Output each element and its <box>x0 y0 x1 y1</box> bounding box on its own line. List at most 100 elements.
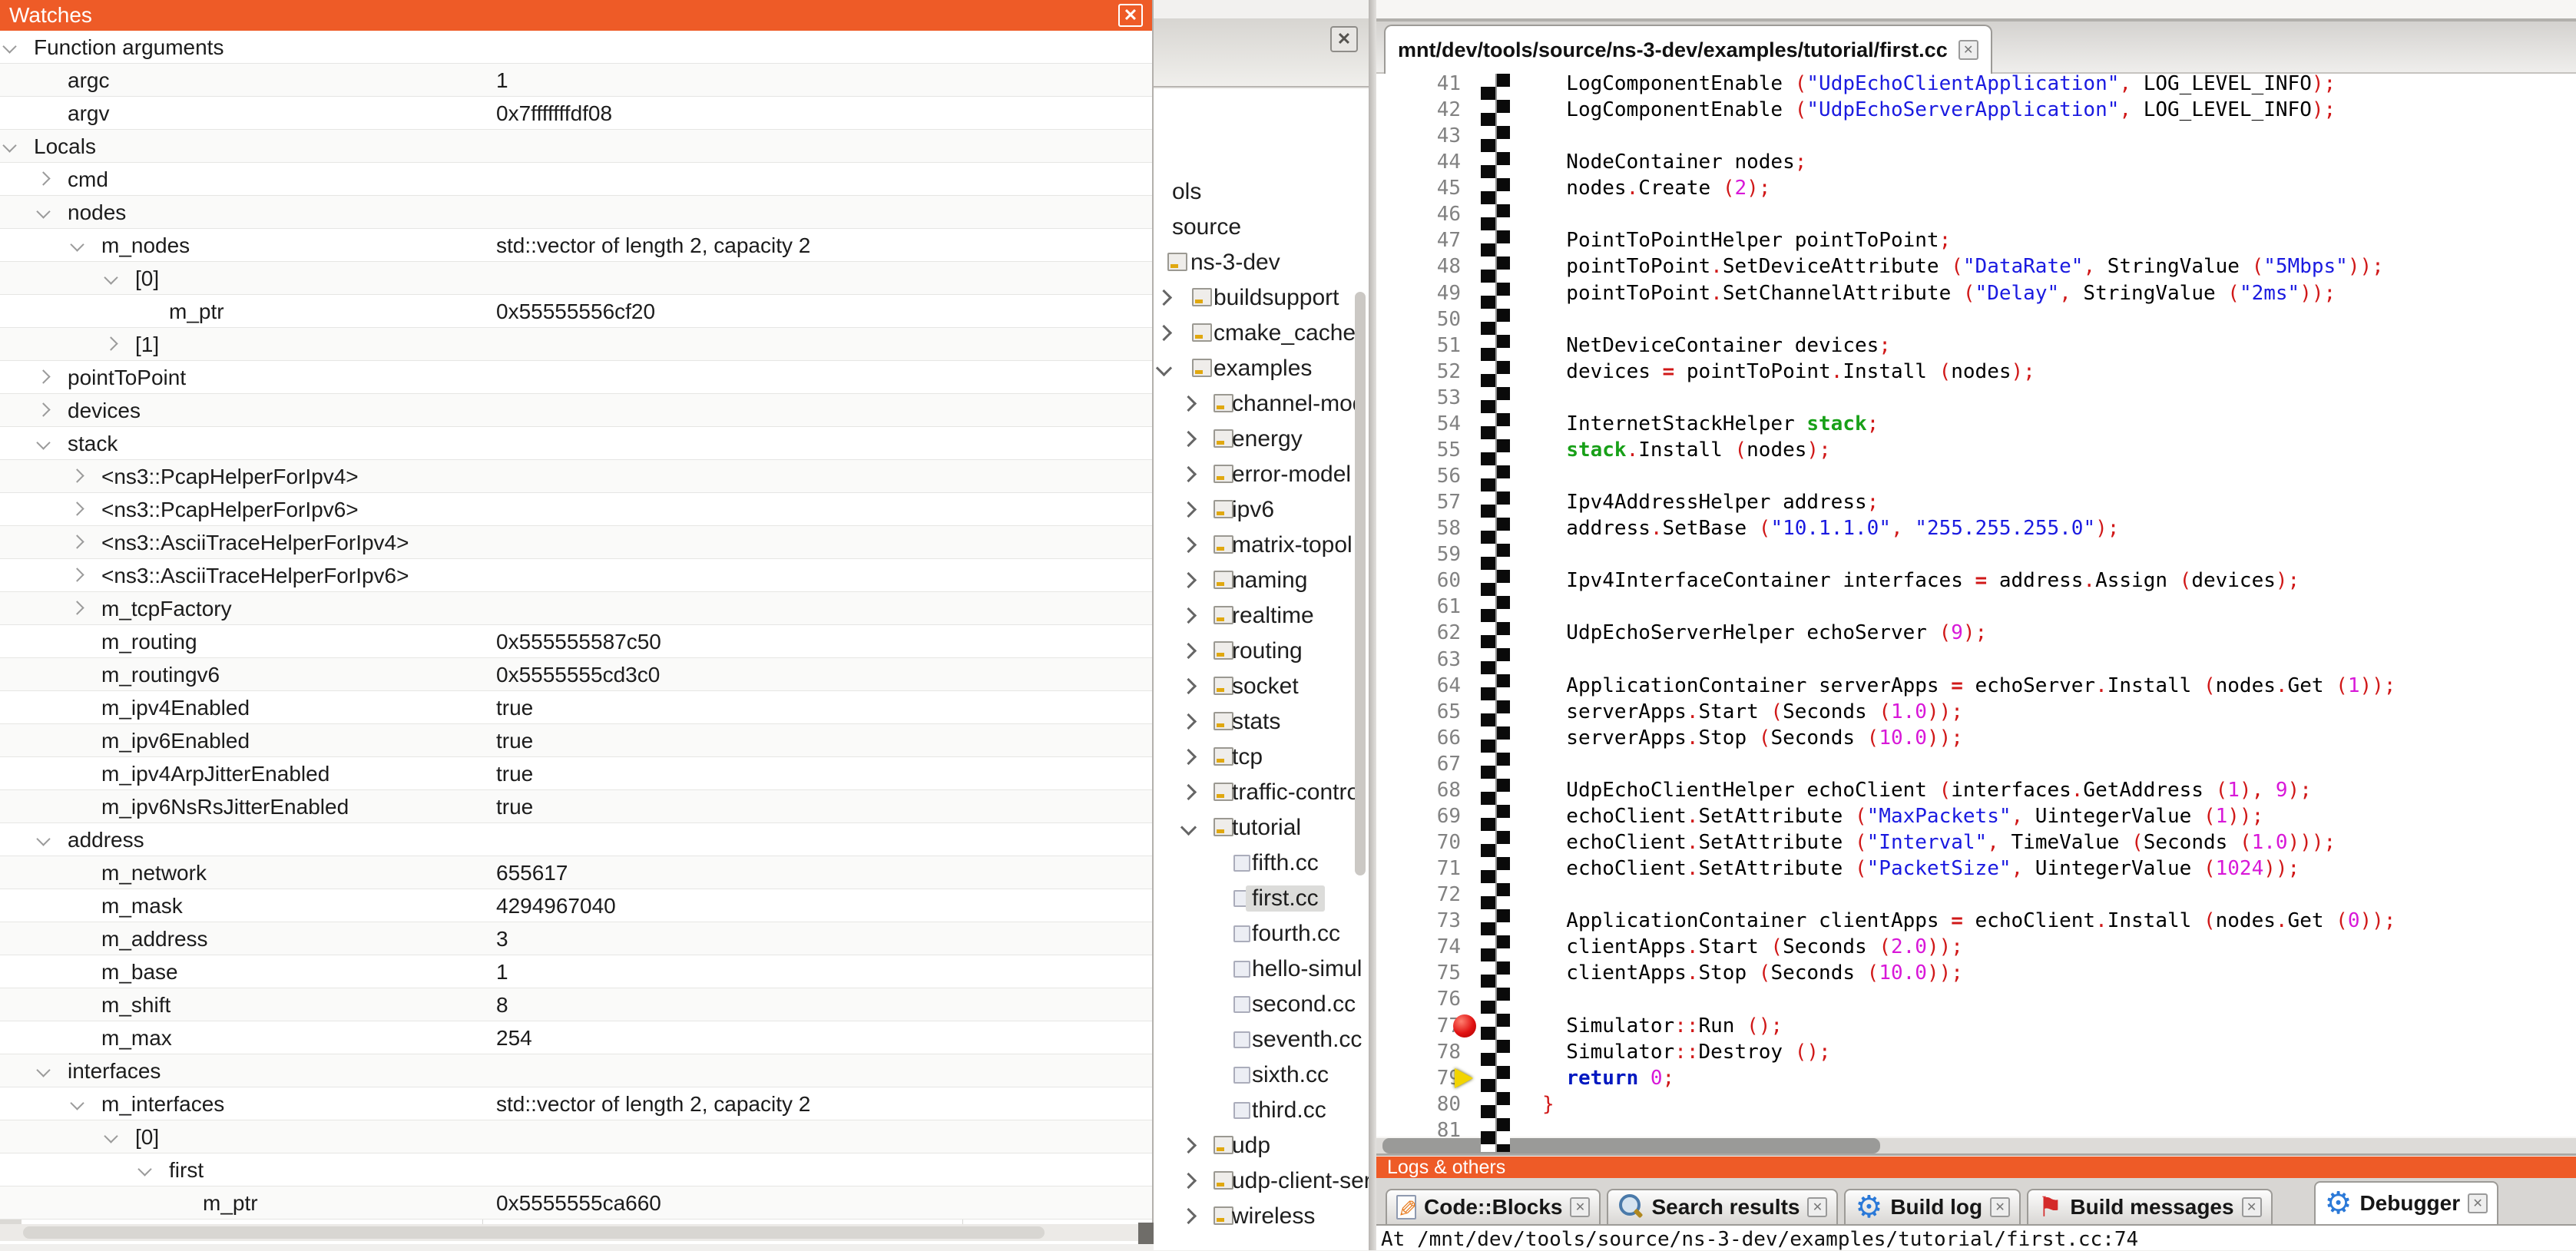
line-number[interactable]: 56 <box>1376 463 1461 489</box>
editor-fold-margin[interactable] <box>1481 74 1510 1152</box>
logs-tab-search-results[interactable]: Search results✕ <box>1607 1189 1838 1224</box>
code-editor[interactable]: 41 LogComponentEnable ("UdpEchoClientApp… <box>1376 74 2576 1137</box>
watch-row[interactable]: Function arguments <box>0 31 1152 64</box>
line-number[interactable]: 58 <box>1376 515 1461 541</box>
close-icon[interactable]: ✕ <box>2468 1193 2488 1213</box>
tree-item-channel-mod[interactable]: channel-mod <box>1154 387 1369 422</box>
line-number[interactable]: 50 <box>1376 306 1461 333</box>
logs-tab-build-log[interactable]: ⚙Build log✕ <box>1844 1189 2021 1224</box>
code-line-54[interactable]: 54 InternetStackHelper stack; <box>1376 411 2576 437</box>
tree-item-wireless[interactable]: wireless <box>1154 1200 1369 1235</box>
code-line-70[interactable]: 70 echoClient.SetAttribute ("Interval", … <box>1376 829 2576 856</box>
watch-row[interactable]: m_tcpFactory <box>0 592 1152 625</box>
watch-row[interactable]: cmd <box>0 163 1152 196</box>
code-line-43[interactable]: 43 <box>1376 123 2576 149</box>
watch-row[interactable]: m_interfacesstd::vector of length 2, cap… <box>0 1087 1152 1120</box>
watch-row[interactable]: m_ipv4Enabledtrue <box>0 691 1152 724</box>
tree-item-stats[interactable]: stats <box>1154 705 1369 740</box>
line-number[interactable]: 49 <box>1376 280 1461 306</box>
line-number[interactable]: 79 <box>1376 1065 1461 1091</box>
code-line-61[interactable]: 61 <box>1376 594 2576 620</box>
tree-item-label[interactable]: socket <box>1232 673 1299 700</box>
chevron-right-icon[interactable] <box>1180 501 1197 518</box>
line-number[interactable]: 76 <box>1376 986 1461 1012</box>
tree-item-routing[interactable]: routing <box>1154 634 1369 670</box>
tree-item-source[interactable]: source <box>1154 210 1369 246</box>
code-line-60[interactable]: 60 Ipv4InterfaceContainer interfaces = a… <box>1376 568 2576 594</box>
code-line-66[interactable]: 66 serverApps.Stop (Seconds (10.0)); <box>1376 725 2576 751</box>
code-line-68[interactable]: 68 UdpEchoClientHelper echoClient (inter… <box>1376 777 2576 803</box>
tree-item-error-model[interactable]: error-model <box>1154 458 1369 493</box>
tree-item-label[interactable]: ipv6 <box>1232 497 1274 523</box>
line-number[interactable]: 57 <box>1376 489 1461 515</box>
panel-splitter[interactable] <box>1369 0 1376 1250</box>
line-number[interactable]: 46 <box>1376 201 1461 227</box>
tree-item-label[interactable]: tutorial <box>1232 815 1301 841</box>
tree-item-label[interactable]: source <box>1172 214 1241 240</box>
chevron-right-icon[interactable] <box>36 369 50 383</box>
tree-item-label[interactable]: third.cc <box>1252 1097 1326 1124</box>
tree-item-fifth-cc[interactable]: fifth.cc <box>1154 846 1369 882</box>
code-line-45[interactable]: 45 nodes.Create (2); <box>1376 175 2576 201</box>
watch-row[interactable]: m_routing0x555555587c50 <box>0 625 1152 658</box>
chevron-down-icon[interactable] <box>36 435 50 449</box>
code-line-55[interactable]: 55 stack.Install (nodes); <box>1376 437 2576 463</box>
line-number[interactable]: 62 <box>1376 620 1461 646</box>
line-number[interactable]: 72 <box>1376 882 1461 908</box>
close-icon[interactable]: ✕ <box>2242 1197 2262 1217</box>
code-line-52[interactable]: 52 devices = pointToPoint.Install (nodes… <box>1376 359 2576 385</box>
chevron-down-icon[interactable] <box>70 1096 84 1110</box>
watch-row[interactable]: m_address3 <box>0 922 1152 955</box>
line-number[interactable]: 80 <box>1376 1091 1461 1117</box>
code-line-73[interactable]: 73 ApplicationContainer clientApps = ech… <box>1376 908 2576 934</box>
watch-row[interactable]: m_ptr0x5555555ca660 <box>0 1186 1152 1220</box>
tree-item-ols[interactable]: ols <box>1154 175 1369 210</box>
chevron-right-icon[interactable] <box>70 568 84 581</box>
line-number[interactable]: 74 <box>1376 934 1461 960</box>
code-line-56[interactable]: 56 <box>1376 463 2576 489</box>
tree-item-traffic-contro[interactable]: traffic-contro <box>1154 776 1369 811</box>
chevron-right-icon[interactable] <box>1180 1208 1197 1224</box>
editor-horizontal-scrollbar[interactable] <box>1376 1138 2576 1153</box>
logs-tab-build-messages[interactable]: ⚑Build messages✕ <box>2027 1189 2272 1224</box>
chevron-right-icon[interactable] <box>70 601 84 614</box>
line-number[interactable]: 75 <box>1376 960 1461 986</box>
code-line-47[interactable]: 47 PointToPointHelper pointToPoint; <box>1376 227 2576 253</box>
tree-item-second-cc[interactable]: second.cc <box>1154 988 1369 1023</box>
tree-item-label[interactable]: udp <box>1232 1133 1270 1159</box>
tree-item-third-cc[interactable]: third.cc <box>1154 1094 1369 1129</box>
watch-row[interactable]: m_max254 <box>0 1021 1152 1054</box>
line-number[interactable]: 61 <box>1376 594 1461 620</box>
chevron-down-icon[interactable] <box>36 204 50 218</box>
code-line-77[interactable]: 77 Simulator::Run (); <box>1376 1013 2576 1039</box>
line-number[interactable]: 68 <box>1376 777 1461 803</box>
watch-row[interactable]: devices <box>0 394 1152 427</box>
scrollbar-thumb[interactable] <box>1382 1138 1880 1153</box>
line-number[interactable]: 78 <box>1376 1039 1461 1065</box>
tree-item-cmake-cache[interactable]: cmake_cache <box>1154 316 1369 352</box>
watch-row[interactable]: [0] <box>0 1120 1152 1153</box>
code-line-42[interactable]: 42 LogComponentEnable ("UdpEchoServerApp… <box>1376 97 2576 123</box>
chevron-right-icon[interactable] <box>1180 572 1197 588</box>
tree-item-matrix-topol[interactable]: matrix-topol <box>1154 528 1369 564</box>
watch-row[interactable]: pointToPoint <box>0 361 1152 394</box>
tree-item-first-cc[interactable]: first.cc <box>1154 882 1369 917</box>
tree-item-label[interactable]: second.cc <box>1252 991 1356 1018</box>
watch-row[interactable]: m_ipv6Enabledtrue <box>0 724 1152 757</box>
watch-row[interactable]: <ns3::PcapHelperForIpv4> <box>0 460 1152 493</box>
chevron-right-icon[interactable] <box>70 468 84 482</box>
code-line-76[interactable]: 76 <box>1376 986 2576 1012</box>
watch-row[interactable]: <ns3::PcapHelperForIpv6> <box>0 493 1152 526</box>
code-line-48[interactable]: 48 pointToPoint.SetDeviceAttribute ("Dat… <box>1376 253 2576 280</box>
line-number[interactable]: 44 <box>1376 149 1461 175</box>
tree-item-label[interactable]: energy <box>1232 426 1303 452</box>
code-line-53[interactable]: 53 <box>1376 385 2576 411</box>
tree-item-label[interactable]: ols <box>1172 179 1201 205</box>
line-number[interactable]: 45 <box>1376 175 1461 201</box>
tree-item-udp[interactable]: udp <box>1154 1129 1369 1164</box>
watch-row[interactable]: m_network655617 <box>0 856 1152 889</box>
chevron-down-icon[interactable] <box>2 39 16 53</box>
chevron-down-icon[interactable] <box>1156 360 1172 376</box>
code-line-64[interactable]: 64 ApplicationContainer serverApps = ech… <box>1376 673 2576 699</box>
tree-item-seventh-cc[interactable]: seventh.cc <box>1154 1023 1369 1058</box>
